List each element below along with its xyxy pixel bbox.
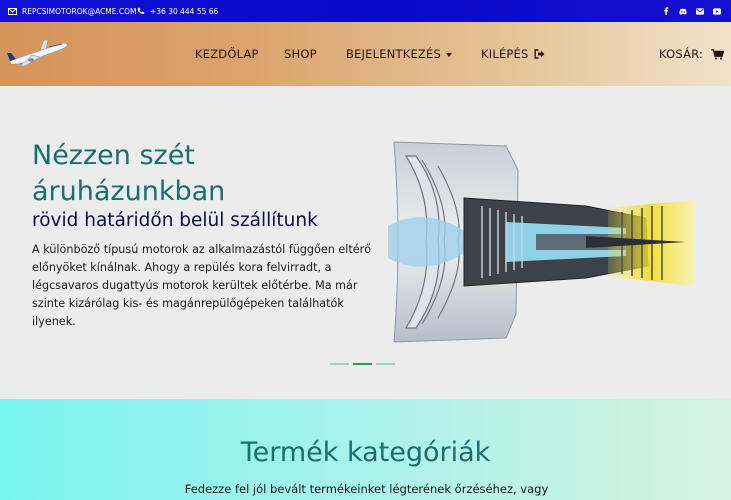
nav-home-label: KEZDŐLAP <box>195 47 259 61</box>
nav-cart-label: KOSÁR: <box>659 47 704 61</box>
contact-phone[interactable]: +36 30 444 55 66 <box>137 0 218 22</box>
nav-shop[interactable]: SHOP <box>284 22 317 86</box>
nav-logout[interactable]: KILÉPÉS <box>481 22 545 86</box>
categories-title: Termék kategóriák <box>240 437 491 468</box>
discord-icon[interactable] <box>679 7 687 15</box>
hero-subtitle: rövid határidőn belül szállítunk <box>32 210 318 231</box>
nav-home[interactable]: KEZDŐLAP <box>195 22 259 86</box>
airplane-logo[interactable] <box>4 36 70 72</box>
top-bar: REPCSIMOTOROK@ACME.COM +36 30 444 55 66 <box>0 0 731 22</box>
hero-title: Nézzen szét áruházunkban <box>32 140 226 207</box>
caret-down-icon <box>445 52 452 57</box>
email-icon[interactable] <box>696 7 704 15</box>
carousel-indicator-active[interactable] <box>353 363 372 365</box>
social-links <box>662 0 721 22</box>
carousel-indicator[interactable] <box>330 363 349 365</box>
envelope-icon <box>8 7 17 15</box>
categories-description: Fedezze fel jól bevált termékeinket légt… <box>184 482 549 496</box>
facebook-icon[interactable] <box>662 7 670 15</box>
carousel-indicators <box>330 363 395 365</box>
email-text: REPCSIMOTOROK@ACME.COM <box>22 6 137 16</box>
categories-section: Termék kategóriák Fedezze fel jól bevált… <box>0 399 731 500</box>
jet-engine-image <box>388 141 694 343</box>
nav-logout-label: KILÉPÉS <box>481 47 529 61</box>
nav-login-label: BEJELENTKEZÉS <box>346 47 441 61</box>
hero-description: A különböző típusú motorok az alkalmazás… <box>32 243 372 328</box>
nav-shop-label: SHOP <box>284 47 317 61</box>
cart-icon <box>711 48 725 60</box>
phone-icon <box>137 7 145 14</box>
nav-login-dropdown[interactable]: BEJELENTKEZÉS <box>346 22 452 86</box>
carousel-indicator[interactable] <box>376 363 395 365</box>
youtube-icon[interactable] <box>713 7 721 15</box>
hero-carousel: Nézzen szét áruházunkban rövid határidőn… <box>0 86 731 399</box>
nav-cart[interactable]: KOSÁR: <box>659 22 725 86</box>
contact-email[interactable]: REPCSIMOTOROK@ACME.COM <box>8 0 137 22</box>
main-navbar: KEZDŐLAP SHOP BEJELENTKEZÉS KILÉPÉS KOSÁ… <box>0 22 731 86</box>
phone-text: +36 30 444 55 66 <box>150 6 219 16</box>
sign-out-icon <box>534 49 544 59</box>
